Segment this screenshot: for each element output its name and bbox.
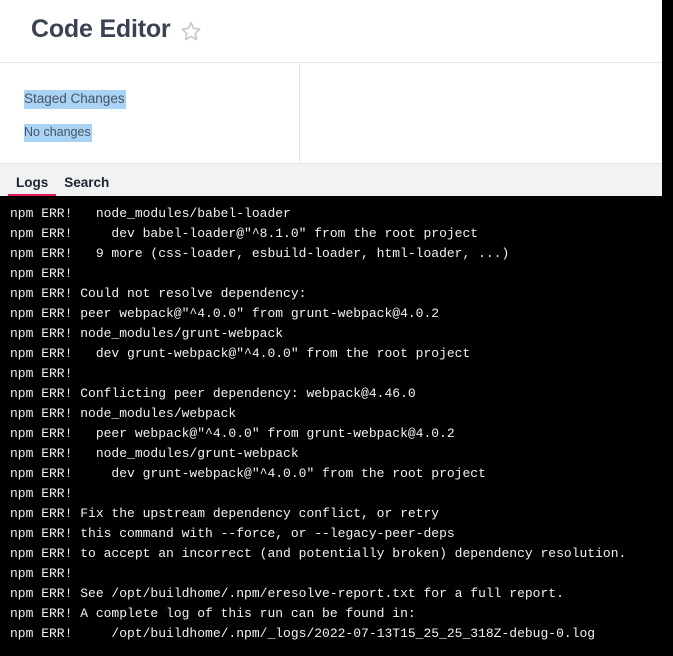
log-line: npm ERR! dev babel-loader@"^8.1.0" from … xyxy=(10,226,479,241)
staged-changes-panel: Staged Changes No changes xyxy=(0,63,300,163)
log-line: npm ERR! to accept an incorrect (and pot… xyxy=(10,546,627,561)
log-line: npm ERR! node_modules/grunt-webpack xyxy=(10,326,284,341)
log-line: npm ERR! /opt/buildhome/.npm/_logs/2022-… xyxy=(10,626,596,641)
log-console[interactable]: npm ERR! node_modules/babel-loader npm E… xyxy=(0,196,662,656)
app-root: Code Editor Staged Changes No changes Lo… xyxy=(0,0,673,656)
log-line: npm ERR! See /opt/buildhome/.npm/eresolv… xyxy=(10,586,564,601)
log-line: npm ERR! xyxy=(10,366,73,381)
log-line: npm ERR! xyxy=(10,266,73,281)
log-line: npm ERR! node_modules/webpack xyxy=(10,406,237,421)
app-header: Code Editor xyxy=(0,0,662,63)
staged-changes-title: Staged Changes xyxy=(24,90,126,109)
log-line: npm ERR! peer webpack@"^4.0.0" from grun… xyxy=(10,426,455,441)
tab-logs[interactable]: Logs xyxy=(8,175,57,198)
log-line: npm ERR! Could not resolve dependency: xyxy=(10,286,307,301)
log-line: npm ERR! Fix the upstream dependency con… xyxy=(10,506,440,521)
log-line: npm ERR! Conflicting peer dependency: we… xyxy=(10,386,416,401)
log-line: npm ERR! dev grunt-webpack@"^4.0.0" from… xyxy=(10,346,471,361)
log-line: npm ERR! node_modules/babel-loader xyxy=(10,206,291,221)
tab-search[interactable]: Search xyxy=(56,175,117,198)
log-line: npm ERR! this command with --force, or -… xyxy=(10,526,455,541)
no-changes-message: No changes xyxy=(24,124,92,142)
header-title-group: Code Editor xyxy=(0,14,202,43)
log-console-scroll[interactable]: npm ERR! node_modules/babel-loader npm E… xyxy=(0,196,662,644)
diff-preview-panel xyxy=(300,63,662,163)
log-line: npm ERR! xyxy=(10,566,73,581)
right-edge-gutter xyxy=(662,0,673,656)
star-outline-icon[interactable] xyxy=(180,20,202,42)
log-line: npm ERR! dev grunt-webpack@"^4.0.0" from… xyxy=(10,466,486,481)
log-line: npm ERR! A complete log of this run can … xyxy=(10,606,416,621)
log-line: npm ERR! 9 more (css-loader, esbuild-loa… xyxy=(10,246,510,261)
log-line: npm ERR! peer webpack@"^4.0.0" from grun… xyxy=(10,306,440,321)
page-title: Code Editor xyxy=(31,14,171,43)
console-tabbar: Logs Search xyxy=(0,163,662,197)
panels-row: Staged Changes No changes xyxy=(0,63,662,163)
log-line: npm ERR! xyxy=(10,486,73,501)
log-line: npm ERR! node_modules/grunt-webpack xyxy=(10,446,299,461)
